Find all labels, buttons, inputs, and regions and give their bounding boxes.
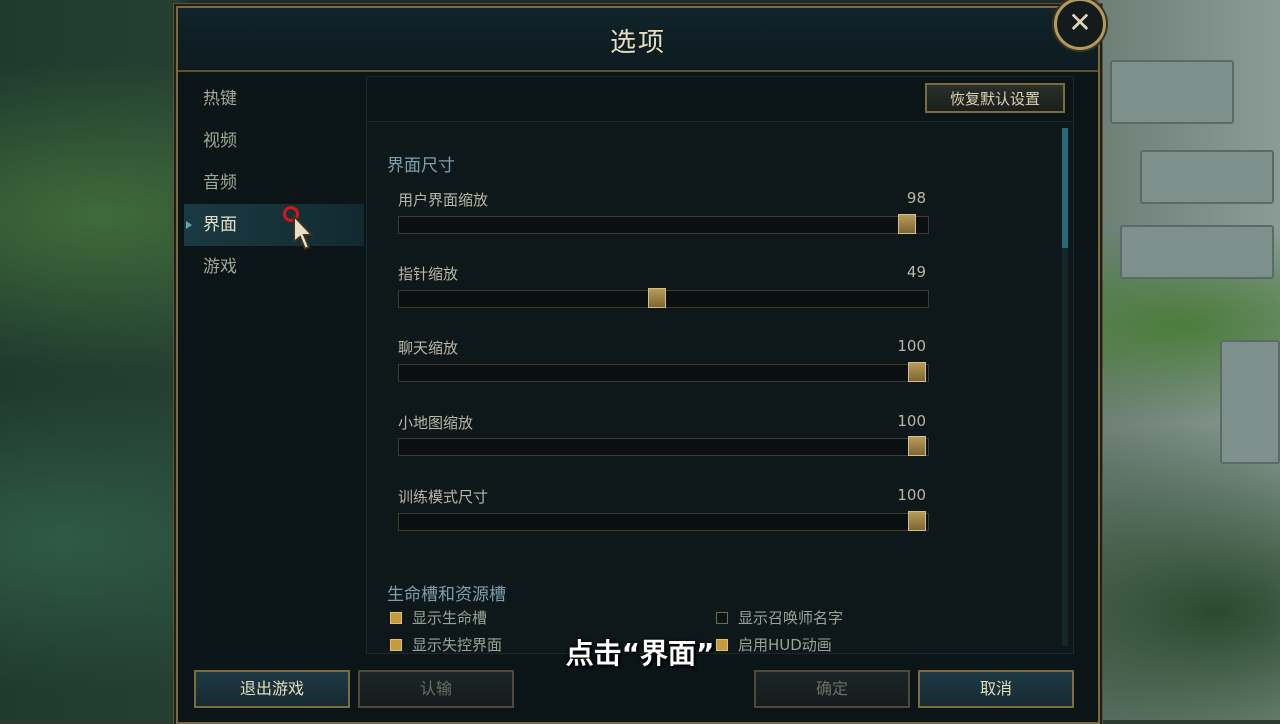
checkbox[interactable] (390, 611, 402, 624)
video-subtitle: 点击“界面” (565, 637, 715, 670)
slider-handle[interactable] (908, 436, 926, 456)
slider-handle[interactable] (908, 511, 926, 531)
slider-value: 100 (897, 337, 926, 355)
sidebar-item-interface[interactable]: 界面 (184, 204, 364, 246)
mouse-pointer-icon (293, 213, 315, 251)
ok-button[interactable]: 确定 (754, 670, 910, 708)
slider-handle[interactable] (908, 362, 926, 382)
cancel-button[interactable]: 取消 (918, 670, 1074, 708)
background-stone (1220, 340, 1280, 464)
slider-handle[interactable] (648, 288, 666, 308)
slider-label: 小地图缩放 (398, 414, 474, 432)
practice-tool-size-slider[interactable] (398, 511, 929, 531)
sidebar-item-sound[interactable]: 音频 (184, 162, 364, 204)
exit-game-button[interactable]: 退出游戏 (194, 670, 350, 708)
background-stone (1140, 150, 1274, 204)
slider-label: 指针缩放 (398, 265, 459, 283)
slider-handle[interactable] (898, 214, 916, 234)
slider-value: 100 (897, 486, 926, 504)
slider-value: 49 (906, 263, 926, 281)
section-title-interface-size: 界面尺寸 (387, 156, 455, 176)
close-button[interactable]: ✕ (1054, 0, 1106, 50)
dialog-title: 选项 (609, 28, 666, 58)
slider-label: 训练模式尺寸 (398, 488, 489, 506)
surrender-button[interactable]: 认输 (358, 670, 514, 708)
checkbox[interactable] (716, 611, 728, 624)
background-stone (1120, 225, 1274, 279)
slider-label: 聊天缩放 (398, 339, 459, 357)
scrollbar-thumb[interactable] (1062, 128, 1068, 248)
ui-scale-slider[interactable] (398, 214, 929, 234)
checkbox-show-summoner-names[interactable]: 显示召唤师名字 (716, 607, 843, 628)
close-icon: ✕ (1068, 6, 1092, 39)
sidebar-item-hotkeys[interactable]: 热键 (184, 78, 364, 120)
checkbox-show-health-bars[interactable]: 显示生命槽 (390, 607, 487, 628)
options-sidebar: 热键 视频 音频 界面 游戏 (184, 78, 364, 288)
panel-scrollbar[interactable] (1062, 128, 1068, 646)
panel-header: 恢复默认设置 (367, 77, 1073, 122)
chat-scale-slider[interactable] (398, 362, 929, 382)
checkbox-label: 显示召唤师名字 (738, 609, 844, 627)
checkbox-label: 显示生命槽 (412, 609, 488, 627)
background-stone (1110, 60, 1234, 124)
settings-panel: 恢复默认设置 界面尺寸 用户界面缩放 98 指针缩放 49 聊天缩放 100 小… (366, 76, 1074, 654)
dialog-footer: 退出游戏 认输 确定 取消 (176, 664, 1100, 720)
sidebar-item-game[interactable]: 游戏 (184, 246, 364, 288)
slider-value: 98 (906, 189, 926, 207)
sidebar-item-video[interactable]: 视频 (184, 120, 364, 162)
restore-defaults-button[interactable]: 恢复默认设置 (925, 83, 1065, 113)
slider-label: 用户界面缩放 (398, 191, 489, 209)
cursor-scale-slider[interactable] (398, 288, 929, 308)
dialog-titlebar: 选项 (178, 8, 1098, 72)
minimap-scale-slider[interactable] (398, 436, 929, 456)
slider-value: 100 (897, 412, 926, 430)
section-title-health-bars: 生命槽和资源槽 (387, 585, 506, 605)
